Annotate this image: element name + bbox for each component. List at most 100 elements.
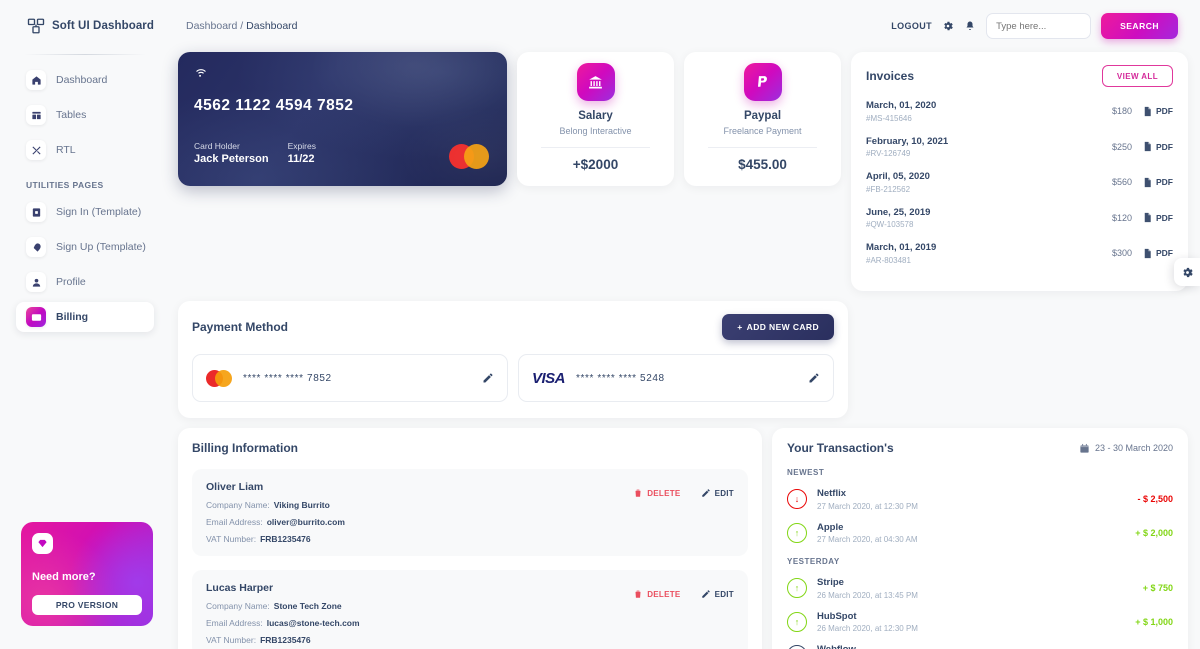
invoice-pdf-button[interactable]: PDF (1142, 212, 1173, 223)
card-holder-label: Card Holder (194, 141, 240, 151)
payment-method-row: Payment Method + ADD NEW CARD **** **** … (176, 291, 1190, 418)
card-holder-value: Jack Peterson (194, 153, 269, 165)
billing-vat-value: FRB1235476 (260, 635, 311, 645)
invoice-number: #QW-103578 (866, 220, 914, 229)
brand-name: Soft UI Dashboard (52, 20, 155, 32)
invoice-amount: $120 (1111, 212, 1132, 223)
add-new-card-button[interactable]: + ADD NEW CARD (722, 314, 834, 340)
sidebar-item-tables[interactable]: Tables (16, 100, 154, 130)
invoice-pdf-button[interactable]: PDF (1142, 177, 1173, 188)
billing-email-value: lucas@stone-tech.com (266, 618, 360, 628)
gear-icon[interactable] (942, 20, 954, 32)
logout-button[interactable]: LOGOUT (891, 21, 932, 31)
card-masked-number: **** **** **** 7852 (243, 372, 332, 384)
billing-vat-label: VAT Number: (206, 534, 257, 544)
delete-button[interactable]: DELETE (633, 488, 680, 498)
invoice-row: March, 01, 2019 #AR-803481 $300 PDF (866, 242, 1173, 265)
credit-card-icon (26, 307, 46, 327)
delete-button[interactable]: DELETE (633, 589, 680, 599)
billing-vat-line: VAT Number: FRB1235476 (206, 635, 734, 645)
transactions-group-label: YESTERDAY (787, 557, 840, 566)
breadcrumb: Dashboard / Dashboard (186, 20, 881, 32)
edit-label: EDIT (714, 589, 734, 599)
edit-button[interactable]: EDIT (701, 589, 734, 599)
bell-icon[interactable] (964, 20, 976, 32)
person-icon (26, 272, 46, 292)
exclamation-icon: ! (787, 645, 807, 649)
edit-card-button[interactable] (808, 372, 820, 384)
sidebar-item-label: Dashboard (56, 74, 108, 86)
invoice-pdf-button[interactable]: PDF (1142, 106, 1173, 117)
arrow-up-icon: ↑ (787, 611, 807, 632)
sidebar-item-dashboard[interactable]: Dashboard (16, 65, 154, 95)
payment-card-mastercard[interactable]: **** **** **** 7852 (192, 354, 508, 402)
invoice-pdf-button[interactable]: PDF (1142, 141, 1173, 152)
billing-email-line: Email Address: oliver@burrito.com (206, 517, 734, 527)
pro-version-button[interactable]: PRO VERSION (32, 595, 142, 615)
home-icon (26, 70, 46, 90)
settings-toggle-button[interactable] (1174, 258, 1200, 286)
edit-button[interactable]: EDIT (701, 488, 734, 498)
transaction-amount: + $ 2,000 (1135, 527, 1173, 538)
invoice-amount: $180 (1111, 106, 1132, 117)
promo-card: Need more? PRO VERSION (21, 522, 153, 626)
invoice-pdf-label: PDF (1156, 141, 1173, 152)
edit-card-button[interactable] (482, 372, 494, 384)
payment-card-visa[interactable]: VISA **** **** **** 5248 (518, 354, 834, 402)
invoice-amount: $300 (1111, 248, 1132, 259)
trash-icon (633, 589, 643, 599)
paypal-title: Paypal (743, 110, 782, 122)
billing-email-label: Email Address: (206, 618, 263, 628)
delete-label: DELETE (647, 589, 681, 599)
promo-title: Need more? (32, 571, 96, 583)
calendar-icon (1079, 443, 1090, 454)
divider (541, 147, 650, 148)
sidebar-item-billing[interactable]: Billing (16, 302, 154, 332)
transaction-amount: - $ 2,500 (1137, 494, 1173, 505)
paypal-icon (743, 63, 782, 101)
transaction-time: 27 March 2020, at 04:30 AM (817, 535, 918, 544)
invoice-amount: $250 (1111, 141, 1132, 152)
sidebar-item-sign-in[interactable]: Sign In (Template) (16, 197, 154, 227)
transaction-row: ↑ HubSpot 26 March 2020, at 12:30 PM + $… (787, 611, 1173, 633)
sidebar-divider (24, 54, 146, 55)
overview-row: 4562 1122 4594 7852 Card Holder Jack Pet… (176, 52, 1190, 291)
breadcrumb-parent[interactable]: Dashboard (186, 20, 237, 32)
invoice-pdf-button[interactable]: PDF (1142, 248, 1173, 259)
table-icon (26, 105, 46, 125)
mastercard-icon (449, 144, 489, 169)
search-button[interactable]: SEARCH (1101, 13, 1178, 39)
tools-icon (26, 140, 46, 160)
diamond-icon (32, 533, 53, 554)
invoice-pdf-label: PDF (1156, 248, 1173, 259)
add-new-card-label: ADD NEW CARD (746, 322, 819, 332)
details-row: Billing Information Oliver Liam Company … (176, 418, 1190, 649)
transactions-date-range[interactable]: 23 - 30 March 2020 (1079, 443, 1173, 454)
transactions-panel: Your Transaction's 23 - 30 March 2020 NE… (772, 428, 1188, 649)
transaction-name: Webflow (817, 644, 1128, 649)
invoice-row: March, 01, 2020 #MS-415646 $180 PDF (866, 100, 1173, 123)
sidebar-item-profile[interactable]: Profile (16, 267, 154, 297)
billing-company-value: Stone Tech Zone (273, 601, 342, 611)
invoice-pdf-label: PDF (1156, 177, 1173, 188)
invoice-number: #AR-803481 (866, 255, 911, 265)
invoice-date: June, 25, 2019 (866, 206, 931, 218)
arrow-up-icon: ↑ (787, 522, 807, 543)
search-input[interactable] (986, 13, 1092, 39)
top-navbar: Dashboard / Dashboard LOGOUT SEARCH (176, 0, 1190, 52)
date-range-label: 23 - 30 March 2020 (1094, 443, 1173, 453)
view-all-button[interactable]: VIEW ALL (1101, 65, 1173, 87)
sidebar-item-sign-up[interactable]: Sign Up (Template) (16, 232, 154, 262)
arrow-up-icon: ↑ (787, 578, 807, 599)
transaction-time: 26 March 2020, at 13:45 PM (817, 590, 918, 600)
transaction-row: ! Webflow 26 March 2020, at 05:00 AM Pen… (787, 644, 1173, 649)
billing-vat-line: VAT Number: FRB1235476 (206, 534, 734, 544)
transactions-title: Your Transaction's (787, 441, 894, 455)
invoice-pdf-label: PDF (1156, 106, 1173, 117)
sidebar-item-rtl[interactable]: RTL (16, 135, 154, 165)
brand[interactable]: Soft UI Dashboard (10, 0, 160, 52)
invoices-title: Invoices (866, 69, 915, 83)
transaction-amount: + $ 750 (1142, 583, 1173, 594)
pencil-icon (701, 488, 711, 498)
divider (708, 147, 817, 148)
